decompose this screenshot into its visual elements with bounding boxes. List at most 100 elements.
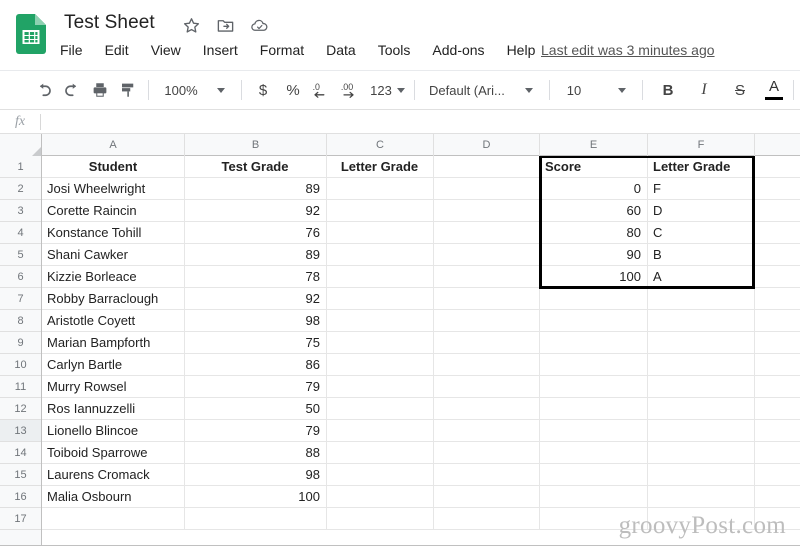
currency-format-button[interactable]: $ [248,77,278,103]
document-title[interactable]: Test Sheet [64,12,155,34]
bold-button[interactable]: B [655,77,681,103]
zoom-dropdown-button[interactable] [207,77,235,103]
row-header-17[interactable]: 17 [0,508,41,530]
cell-f4[interactable]: C [648,222,754,243]
row-header-7[interactable]: 7 [0,288,41,310]
column-header-e[interactable]: E [540,134,648,156]
cell-b9[interactable]: 75 [184,332,326,353]
cell-e3[interactable]: 60 [540,200,647,221]
row-header-15[interactable]: 15 [0,464,41,486]
menu-item-format[interactable]: Format [249,40,315,60]
cell-a15[interactable]: Laurens Cromack [42,464,184,485]
cell-a2[interactable]: Josi Wheelwright [42,178,184,199]
cell-b13[interactable]: 79 [184,420,326,441]
cell-f2[interactable]: F [648,178,754,199]
menu-item-insert[interactable]: Insert [192,40,249,60]
undo-button[interactable] [30,77,58,103]
font-family-dropdown-button[interactable] [515,77,543,103]
column-header-c[interactable]: C [327,134,434,156]
last-edit-link[interactable]: Last edit was 3 minutes ago [541,40,715,60]
column-header-g[interactable] [755,134,800,156]
cell-e6[interactable]: 100 [540,266,647,287]
select-all-corner[interactable] [0,134,42,156]
cell-e1[interactable]: Score [540,156,647,177]
font-size-value[interactable]: 10 [556,77,592,103]
cell-e4[interactable]: 80 [540,222,647,243]
cell-b14[interactable]: 88 [184,442,326,463]
font-family-value[interactable]: Default (Ari... [429,77,515,103]
cell-b15[interactable]: 98 [184,464,326,485]
cell-b6[interactable]: 78 [184,266,326,287]
strikethrough-button[interactable]: S [727,77,753,103]
cell-a3[interactable]: Corette Raincin [42,200,184,221]
row-header-14[interactable]: 14 [0,442,41,464]
cell-e2[interactable]: 0 [540,178,647,199]
row-header-8[interactable]: 8 [0,310,41,332]
cell-f5[interactable]: B [648,244,754,265]
row-header-9[interactable]: 9 [0,332,41,354]
cell-f6[interactable]: A [648,266,754,287]
cell-b1[interactable]: Test Grade [184,156,326,177]
menu-item-file[interactable]: File [60,40,94,60]
cell-b7[interactable]: 92 [184,288,326,309]
move-to-folder-icon[interactable] [216,16,235,35]
menu-item-view[interactable]: View [140,40,192,60]
cell-a7[interactable]: Robby Barraclough [42,288,184,309]
zoom-value[interactable]: 100% [155,77,207,103]
italic-button[interactable]: I [691,77,717,103]
menu-item-tools[interactable]: Tools [367,40,422,60]
cell-a14[interactable]: Toiboid Sparrowe [42,442,184,463]
cell-a11[interactable]: Murry Rowsel [42,376,184,397]
text-color-button[interactable]: A [761,77,787,103]
cell-b12[interactable]: 50 [184,398,326,419]
cloud-saved-icon[interactable] [250,16,269,35]
cell-b2[interactable]: 89 [184,178,326,199]
formula-input[interactable] [41,110,800,133]
row-header-13[interactable]: 13 [0,420,41,442]
font-size-dropdown-button[interactable] [608,77,636,103]
cell-a5[interactable]: Shani Cawker [42,244,184,265]
cell-a8[interactable]: Aristotle Coyett [42,310,184,331]
row-header-4[interactable]: 4 [0,222,41,244]
cell-a1[interactable]: Student [42,156,184,177]
cell-f1[interactable]: Letter Grade [648,156,754,177]
cell-a4[interactable]: Konstance Tohill [42,222,184,243]
star-icon[interactable] [182,16,201,35]
row-header-16[interactable]: 16 [0,486,41,508]
percent-format-button[interactable]: % [278,77,308,103]
row-header-11[interactable]: 11 [0,376,41,398]
increase-decimal-button[interactable]: .00 [338,77,368,103]
row-header-12[interactable]: 12 [0,398,41,420]
cell-a6[interactable]: Kizzie Borleace [42,266,184,287]
cell-b10[interactable]: 86 [184,354,326,375]
cell-e5[interactable]: 90 [540,244,647,265]
menu-item-data[interactable]: Data [315,40,367,60]
paint-format-button[interactable] [114,77,142,103]
column-header-f[interactable]: F [648,134,755,156]
row-header-3[interactable]: 3 [0,200,41,222]
row-header-2[interactable]: 2 [0,178,41,200]
cell-a10[interactable]: Carlyn Bartle [42,354,184,375]
cell-b16[interactable]: 100 [184,486,326,507]
menu-item-add-ons[interactable]: Add-ons [421,40,495,60]
cell-b11[interactable]: 79 [184,376,326,397]
cell-b8[interactable]: 98 [184,310,326,331]
column-header-b[interactable]: B [185,134,327,156]
menu-item-help[interactable]: Help [496,40,547,60]
cell-f3[interactable]: D [648,200,754,221]
row-header-6[interactable]: 6 [0,266,41,288]
cell-a9[interactable]: Marian Bampforth [42,332,184,353]
cell-b5[interactable]: 89 [184,244,326,265]
cell-b3[interactable]: 92 [184,200,326,221]
print-button[interactable] [86,77,114,103]
column-header-d[interactable]: D [434,134,540,156]
row-header-5[interactable]: 5 [0,244,41,266]
more-formats-dropdown-button[interactable] [394,77,408,103]
cell-a13[interactable]: Lionello Blincoe [42,420,184,441]
redo-button[interactable] [58,77,86,103]
more-formats-label[interactable]: 123 [368,77,394,103]
cell-a16[interactable]: Malia Osbourn [42,486,184,507]
cell-a12[interactable]: Ros Iannuzzelli [42,398,184,419]
menu-item-edit[interactable]: Edit [94,40,140,60]
row-header-1[interactable]: 1 [0,156,41,178]
